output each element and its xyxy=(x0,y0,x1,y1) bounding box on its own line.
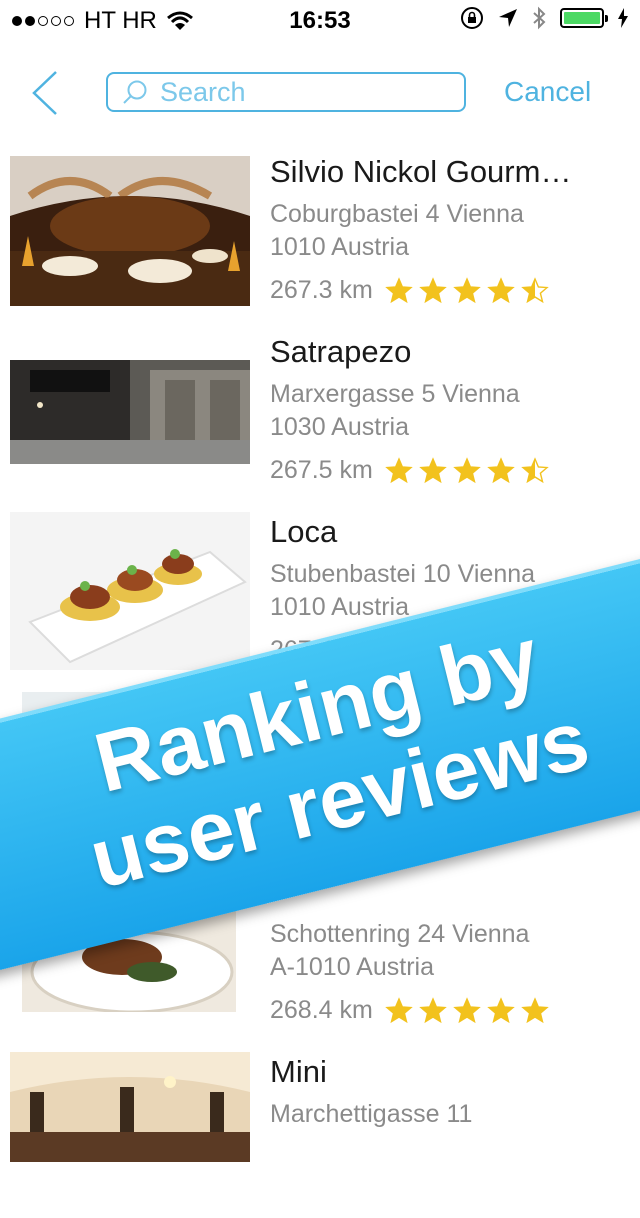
restaurant-photo xyxy=(10,1052,250,1162)
star-full-icon xyxy=(385,996,413,1023)
restaurant-address: Coburgbastei 4 Vienna 1010 Austria xyxy=(270,200,524,261)
distance-label: 267.5 km xyxy=(270,456,373,484)
restaurant-meta: 267.5 km xyxy=(270,454,620,487)
restaurant-name: Satrapezo xyxy=(270,334,412,369)
search-icon xyxy=(123,80,147,104)
search-input[interactable] xyxy=(158,75,442,109)
star-full-icon xyxy=(487,996,515,1023)
list-item[interactable]: Mini Marchettigasse 11 xyxy=(0,1040,640,1218)
restaurant-name: Loca xyxy=(270,514,338,549)
star-full-icon xyxy=(453,996,481,1023)
rotation-lock-icon xyxy=(461,7,483,29)
distance-label: 267.3 km xyxy=(270,276,373,304)
charging-bolt-icon xyxy=(618,8,628,28)
back-chevron-icon[interactable] xyxy=(22,68,72,118)
star-full-icon xyxy=(453,456,481,483)
star-rating xyxy=(385,996,549,1025)
list-item[interactable]: Silvio Nickol Gourm… Coburgbastei 4 Vien… xyxy=(0,140,640,318)
bluetooth-icon xyxy=(533,6,546,30)
star-full-icon xyxy=(419,276,447,303)
star-full-icon xyxy=(487,456,515,483)
restaurant-meta: 268.4 km xyxy=(270,994,620,1027)
restaurant-photo xyxy=(10,512,250,670)
star-full-icon xyxy=(453,276,481,303)
cancel-button[interactable]: Cancel xyxy=(504,76,591,108)
star-rating xyxy=(385,276,549,305)
star-full-icon xyxy=(385,456,413,483)
status-bar: HT HR 16:53 xyxy=(0,0,640,40)
restaurant-photo xyxy=(10,156,250,306)
location-arrow-icon xyxy=(499,9,517,27)
star-rating xyxy=(385,456,549,485)
star-half-icon xyxy=(521,276,549,303)
search-field[interactable] xyxy=(106,72,466,112)
star-full-icon xyxy=(521,996,549,1023)
navigation-bar: Cancel xyxy=(0,60,640,126)
restaurant-address: Marchettigasse 11 xyxy=(270,1100,473,1128)
list-item[interactable]: Satrapezo Marxergasse 5 Vienna 1030 Aust… xyxy=(0,320,640,498)
restaurant-address: Marxergasse 5 Vienna 1030 Austria xyxy=(270,380,520,441)
star-half-icon xyxy=(521,456,549,483)
restaurant-photo xyxy=(10,360,250,464)
restaurant-address: Schottenring 24 Vienna A-1010 Austria xyxy=(270,920,530,981)
star-full-icon xyxy=(487,276,515,303)
distance-label: 268.4 km xyxy=(270,996,373,1024)
restaurant-meta: 267.3 km xyxy=(270,274,620,307)
star-full-icon xyxy=(385,276,413,303)
star-full-icon xyxy=(419,996,447,1023)
restaurant-name: Mini xyxy=(270,1054,327,1089)
restaurant-name: Silvio Nickol Gourm… xyxy=(270,154,572,189)
battery-icon xyxy=(560,8,608,28)
star-full-icon xyxy=(419,456,447,483)
